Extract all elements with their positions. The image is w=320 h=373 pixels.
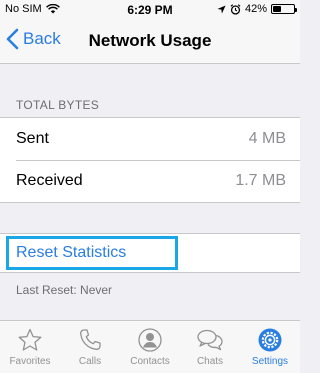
phone-icon: [80, 329, 101, 350]
tab-calls[interactable]: Calls: [60, 321, 120, 373]
location-arrow-icon: [217, 4, 226, 14]
contact-icon: [138, 328, 162, 352]
section-header-total-bytes: TOTAL BYTES: [16, 98, 100, 112]
reset-group: Reset Statistics: [0, 233, 300, 273]
page-title: Network Usage: [88, 31, 212, 50]
tab-label: Chats: [196, 356, 224, 367]
tab-bar: Favorites Calls Contacts Chats Settings: [0, 320, 300, 373]
tab-chats[interactable]: Chats: [180, 321, 240, 373]
last-reset-text: Last Reset: Never: [16, 283, 113, 297]
row-received: Received 1.7 MB: [0, 160, 300, 202]
total-bytes-group: Sent 4 MB Received 1.7 MB: [0, 117, 300, 203]
status-right: 42%: [217, 3, 297, 15]
row-label: Received: [16, 172, 83, 189]
tab-label: Calls: [78, 356, 102, 367]
tab-favorites[interactable]: Favorites: [0, 321, 60, 373]
navigation-bar: Back Network Usage: [0, 20, 300, 64]
tab-label: Favorites: [9, 356, 51, 367]
alarm-clock-icon: [230, 3, 241, 15]
status-bar: No SIM 6:29 PM 42%: [0, 0, 300, 20]
battery-icon: [271, 4, 297, 14]
battery-level: [273, 6, 282, 12]
row-label: Sent: [16, 130, 49, 147]
chat-bubbles-icon: [197, 329, 223, 351]
tab-settings[interactable]: Settings: [240, 321, 300, 373]
tab-contacts[interactable]: Contacts: [120, 321, 180, 373]
row-sent: Sent 4 MB: [0, 118, 300, 161]
gear-icon: [258, 328, 282, 352]
reset-statistics-button[interactable]: Reset Statistics: [6, 236, 178, 270]
star-icon: [18, 328, 42, 351]
tab-label: Settings: [251, 356, 289, 367]
battery-percent: 42%: [244, 3, 267, 15]
row-value: 1.7 MB: [235, 172, 286, 189]
tab-label: Contacts: [130, 356, 170, 367]
row-value: 4 MB: [248, 130, 286, 147]
